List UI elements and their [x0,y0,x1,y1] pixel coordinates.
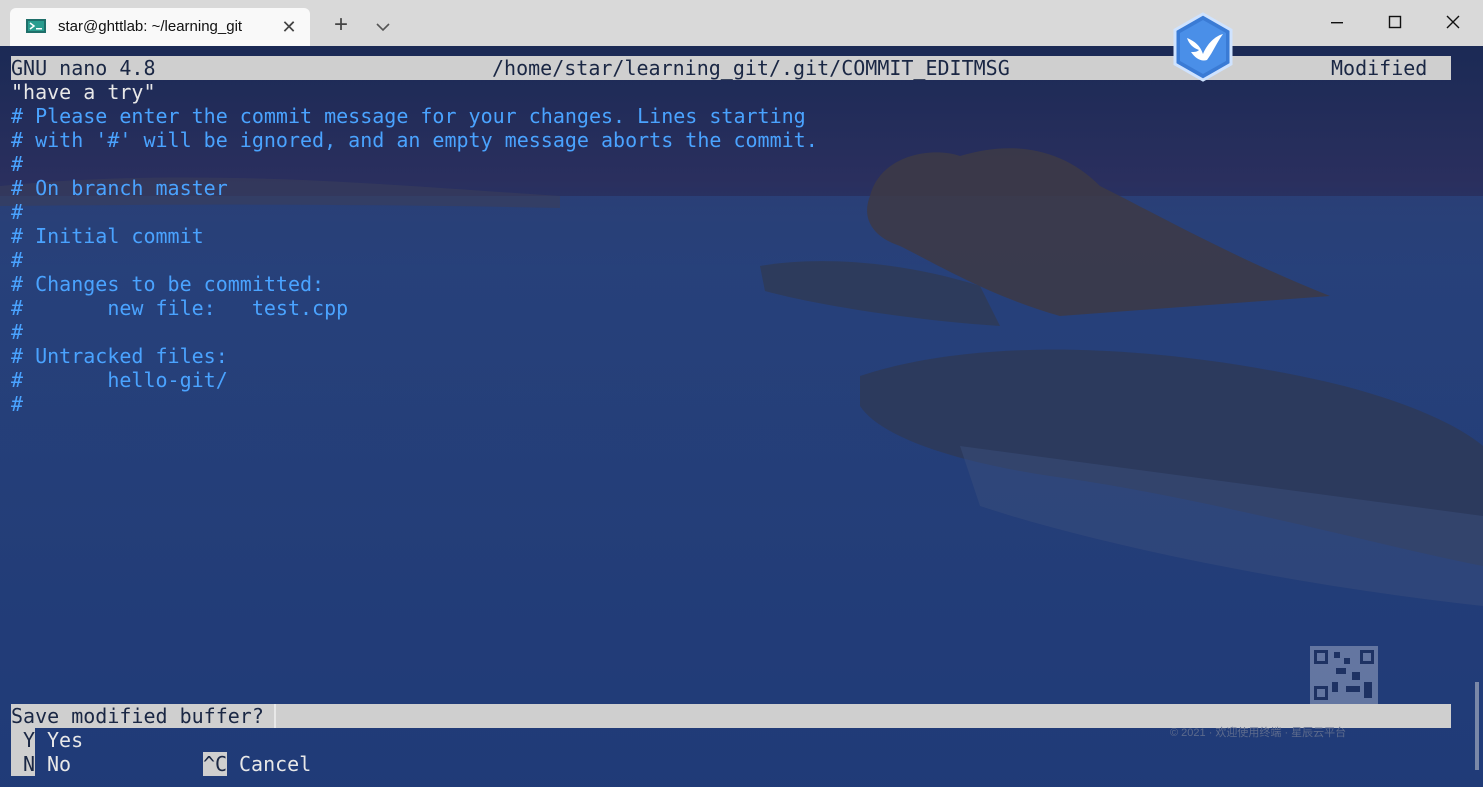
minimize-icon[interactable] [1314,4,1360,42]
terminal-tab-icon [26,19,46,33]
yes-shortcut-key[interactable]: Y [11,728,35,752]
comment-line: # Please enter the commit message for yo… [11,104,806,128]
background-watermark: © 2021 · 欢迎使用终端 · 星辰云平台 [1170,727,1347,739]
yes-option-label[interactable]: Yes [47,728,83,752]
cancel-option-label[interactable]: Cancel [239,752,311,776]
comment-line: # [11,248,24,272]
comment-line: # On branch master [11,176,228,200]
no-shortcut-key[interactable]: N [11,752,35,776]
text-cursor [274,704,276,728]
comment-line: # [11,320,24,344]
qr-code-icon [1310,646,1378,704]
new-tab-button[interactable]: + [328,12,354,38]
comment-line: # with '#' will be ignored, and an empty… [11,128,818,152]
comment-line: # Untracked files: [11,344,228,368]
comment-line: # new file: test.cpp [11,296,349,320]
terminal-scrollbar[interactable] [1475,682,1479,770]
maximize-icon[interactable] [1372,4,1418,42]
landscape-background [0,46,1483,787]
close-tab-icon[interactable]: ✕ [278,16,300,38]
nano-file-path: /home/star/learning_git/.git/COMMIT_EDIT… [492,56,1010,80]
comment-line: # [11,152,24,176]
chevron-down-icon[interactable] [370,14,396,40]
save-prompt-text: Save modified buffer? [11,704,264,728]
terminal-tab[interactable]: star@ghttlab: ~/learning_git ✕ [10,8,310,46]
comment-line: # Changes to be committed: [11,272,325,296]
nano-modified-status: Modified [1331,56,1428,80]
cancel-shortcut-key[interactable]: ^C [203,752,228,776]
window-title-bar: star@ghttlab: ~/learning_git ✕ + [0,0,1483,46]
close-window-icon[interactable] [1430,4,1476,42]
terminal-pane[interactable]: GNU nano 4.8 /home/star/learning_git/.gi… [0,46,1483,787]
no-option-label[interactable]: No [47,752,71,776]
comment-line: # Initial commit [11,224,204,248]
comment-line: # hello-git/ [11,368,228,392]
commit-message-line[interactable]: "have a try" [11,80,156,104]
bird-logo-icon [1173,12,1233,82]
comment-line: # [11,200,24,224]
nano-version: GNU nano 4.8 [11,56,156,80]
comment-line: # [11,392,24,416]
tab-title: star@ghttlab: ~/learning_git [58,18,243,35]
